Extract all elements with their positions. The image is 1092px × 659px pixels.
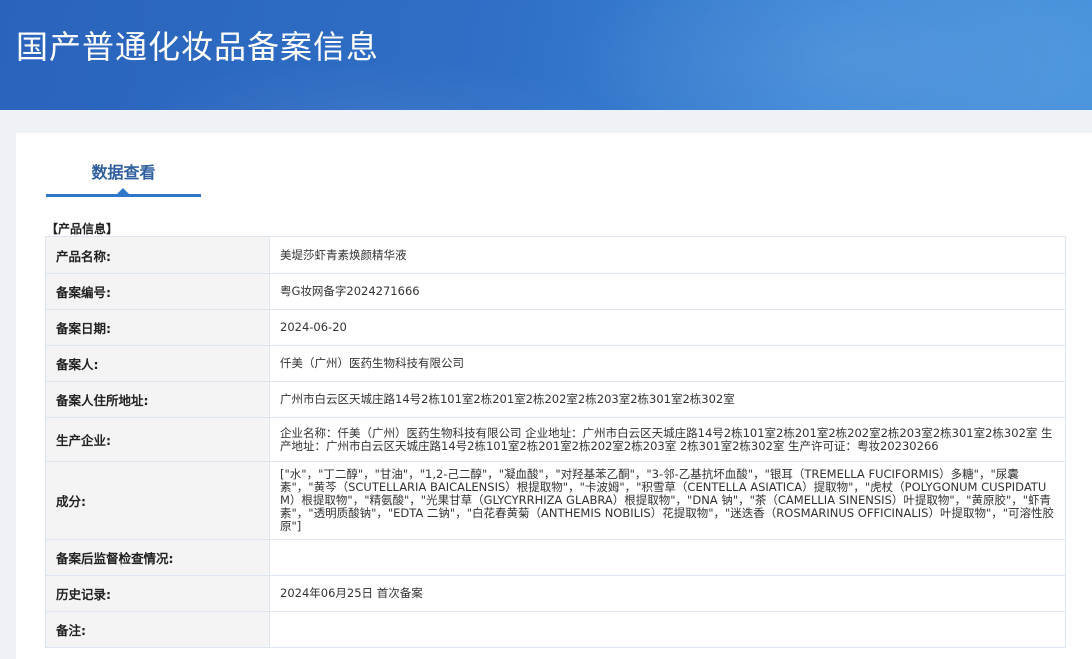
table-row-product-name: 产品名称: 美堤莎虾青素焕颜精华液 [45,236,1066,274]
table-row-remarks: 备注: [45,611,1066,648]
table-row-filer-address: 备案人住所地址: 广州市白云区天城庄路14号2栋101室2栋201室2栋202室… [45,381,1066,418]
row-label: 备案编号: [45,273,270,310]
table-row-manufacturer: 生产企业: 企业名称：仟美（广州）医药生物科技有限公司 企业地址：广州市白云区天… [45,417,1066,462]
row-label: 产品名称: [45,236,270,274]
row-value: 美堤莎虾青素焕颜精华液 [269,236,1066,274]
banner-decoration [572,0,1092,110]
row-value: 粤G妆网备字2024271666 [269,273,1066,310]
row-label: 备注: [45,611,270,648]
row-value: 企业名称：仟美（广州）医药生物科技有限公司 企业地址：广州市白云区天城庄路14号… [269,417,1066,462]
row-label: 备案日期: [45,309,270,346]
product-info-table: 产品名称: 美堤莎虾青素焕颜精华液 备案编号: 粤G妆网备字2024271666… [45,236,1066,648]
row-label: 历史记录: [45,575,270,612]
table-row-post-filing-inspection: 备案后监督检查情况: [45,539,1066,576]
row-label: 生产企业: [45,417,270,462]
row-label: 备案后监督检查情况: [45,539,270,576]
row-label: 备案人住所地址: [45,381,270,418]
row-label: 备案人: [45,345,270,382]
table-row-filing-number: 备案编号: 粤G妆网备字2024271666 [45,273,1066,310]
table-row-filer: 备案人: 仟美（广州）医药生物科技有限公司 [45,345,1066,382]
section-title-product-info: 【产品信息】 [46,222,119,236]
row-value: 2024年06月25日 首次备案 [269,575,1066,612]
row-value: 2024-06-20 [269,309,1066,346]
row-value [269,539,1066,576]
row-value [269,611,1066,648]
row-value: 广州市白云区天城庄路14号2栋101室2栋201室2栋202室2栋203室2栋3… [269,381,1066,418]
header-banner: 国产普通化妆品备案信息 [0,0,1092,110]
tab-active-underline [46,194,201,197]
content-card: 数据查看 【产品信息】 产品名称: 美堤莎虾青素焕颜精华液 备案编号: 粤G妆网… [16,133,1092,659]
page-title: 国产普通化妆品备案信息 [16,28,380,66]
table-row-ingredients: 成分: ["水"，"丁二醇"，"甘油"，"1,2-己二醇"，"凝血酸"，"对羟基… [45,461,1066,540]
row-label: 成分: [45,461,270,540]
table-row-filing-date: 备案日期: 2024-06-20 [45,309,1066,346]
row-value: ["水"，"丁二醇"，"甘油"，"1,2-己二醇"，"凝血酸"，"对羟基苯乙酮"… [269,461,1066,540]
tab-bar: 数据查看 [46,133,1076,197]
table-row-history: 历史记录: 2024年06月25日 首次备案 [45,575,1066,612]
row-value: 仟美（广州）医药生物科技有限公司 [269,345,1066,382]
